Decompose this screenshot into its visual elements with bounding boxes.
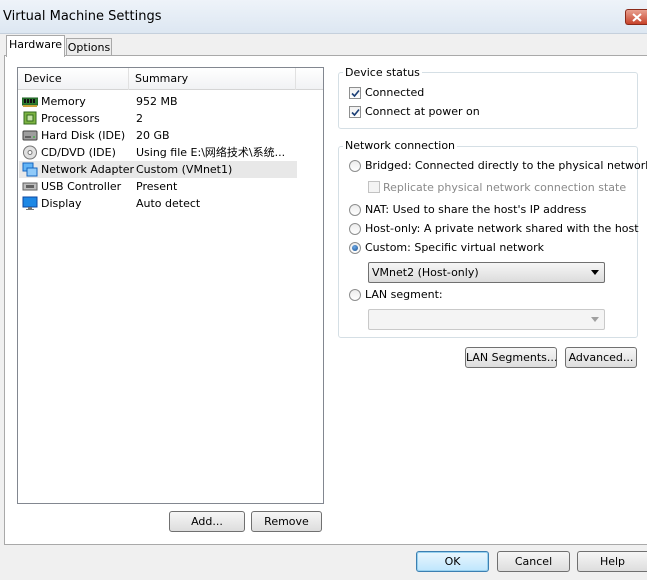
device-status-group: [338, 72, 638, 129]
device-row-memory[interactable]: Memory 952 MB: [19, 93, 297, 110]
bridged-radio[interactable]: [349, 160, 361, 172]
hard-disk-icon: [22, 130, 38, 141]
device-name: Network Adapter: [41, 163, 135, 176]
custom-network-value: VMnet2 (Host-only): [372, 266, 479, 279]
display-icon: [22, 196, 38, 210]
device-row-network-adapter[interactable]: Network Adapter Custom (VMnet1): [19, 161, 297, 178]
help-button[interactable]: Help: [577, 551, 647, 572]
custom-label[interactable]: Custom: Specific virtual network: [365, 241, 544, 254]
device-name: Hard Disk (IDE): [41, 129, 126, 142]
dropdown-arrow-icon: [591, 270, 599, 275]
nat-radio[interactable]: [349, 204, 361, 216]
dropdown-arrow-icon: [591, 317, 599, 322]
radio-selected-dot: [352, 245, 358, 251]
device-list[interactable]: Device Summary Memory 952 MB Processors …: [17, 67, 324, 504]
connect-at-power-on-label[interactable]: Connect at power on: [365, 105, 480, 118]
device-summary: Using file E:\网络技术\系统...: [136, 146, 286, 159]
device-name: CD/DVD (IDE): [41, 146, 116, 159]
connected-checkbox[interactable]: [349, 87, 361, 99]
close-button[interactable]: [625, 9, 647, 25]
usb-icon: [22, 182, 38, 191]
memory-icon: [22, 97, 38, 107]
window-title: Virtual Machine Settings: [3, 9, 162, 24]
replicate-state-checkbox[interactable]: [368, 181, 380, 193]
connect-at-power-on-checkbox[interactable]: [349, 106, 361, 118]
custom-network-select[interactable]: VMnet2 (Host-only): [368, 262, 605, 283]
column-header-summary[interactable]: Summary: [129, 68, 296, 90]
device-summary: Custom (VMnet1): [136, 163, 233, 176]
bridged-label[interactable]: Bridged: Connected directly to the physi…: [365, 159, 647, 172]
host-only-label[interactable]: Host-only: A private network shared with…: [365, 222, 639, 235]
cancel-button[interactable]: Cancel: [497, 551, 570, 572]
device-name: Display: [41, 197, 82, 210]
device-row-usb-controller[interactable]: USB Controller Present: [19, 178, 297, 195]
title-bar: Virtual Machine Settings: [0, 0, 647, 34]
ok-button[interactable]: OK: [416, 551, 489, 572]
device-row-display[interactable]: Display Auto detect: [19, 195, 297, 212]
device-name: Processors: [41, 112, 100, 125]
lan-segment-label[interactable]: LAN segment:: [365, 288, 443, 301]
device-summary: 2: [136, 112, 143, 125]
device-row-cd-dvd[interactable]: CD/DVD (IDE) Using file E:\网络技术\系统...: [19, 144, 297, 161]
lan-segment-select[interactable]: [368, 309, 605, 330]
checkmark-icon: [351, 89, 360, 98]
device-name: USB Controller: [41, 180, 122, 193]
device-status-title: Device status: [343, 66, 422, 79]
list-header: Device Summary: [18, 68, 323, 90]
device-row-processors[interactable]: Processors 2: [19, 110, 297, 127]
remove-button[interactable]: Remove: [251, 511, 322, 532]
device-summary: Auto detect: [136, 197, 201, 210]
device-row-hard-disk[interactable]: Hard Disk (IDE) 20 GB: [19, 127, 297, 144]
processor-icon: [23, 111, 37, 125]
lan-segment-radio[interactable]: [349, 289, 361, 301]
device-summary: Present: [136, 180, 178, 193]
tab-hardware[interactable]: Hardware: [6, 35, 65, 57]
host-only-radio[interactable]: [349, 223, 361, 235]
device-summary: 20 GB: [136, 129, 170, 142]
advanced-button[interactable]: Advanced...: [565, 347, 637, 368]
checkmark-icon: [351, 108, 360, 117]
column-header-device[interactable]: Device: [18, 68, 129, 90]
device-name: Memory: [41, 95, 86, 108]
lan-segments-button[interactable]: LAN Segments...: [465, 347, 557, 368]
replicate-state-label[interactable]: Replicate physical network connection st…: [383, 181, 626, 194]
connected-label[interactable]: Connected: [365, 86, 424, 99]
add-button[interactable]: Add...: [169, 511, 245, 532]
nat-label[interactable]: NAT: Used to share the host's IP address: [365, 203, 586, 216]
cd-dvd-icon: [23, 145, 37, 160]
custom-radio[interactable]: [349, 242, 361, 254]
network-adapter-icon: [22, 162, 38, 177]
close-icon: [632, 13, 642, 22]
network-connection-title: Network connection: [343, 139, 458, 152]
device-summary: 952 MB: [136, 95, 178, 108]
